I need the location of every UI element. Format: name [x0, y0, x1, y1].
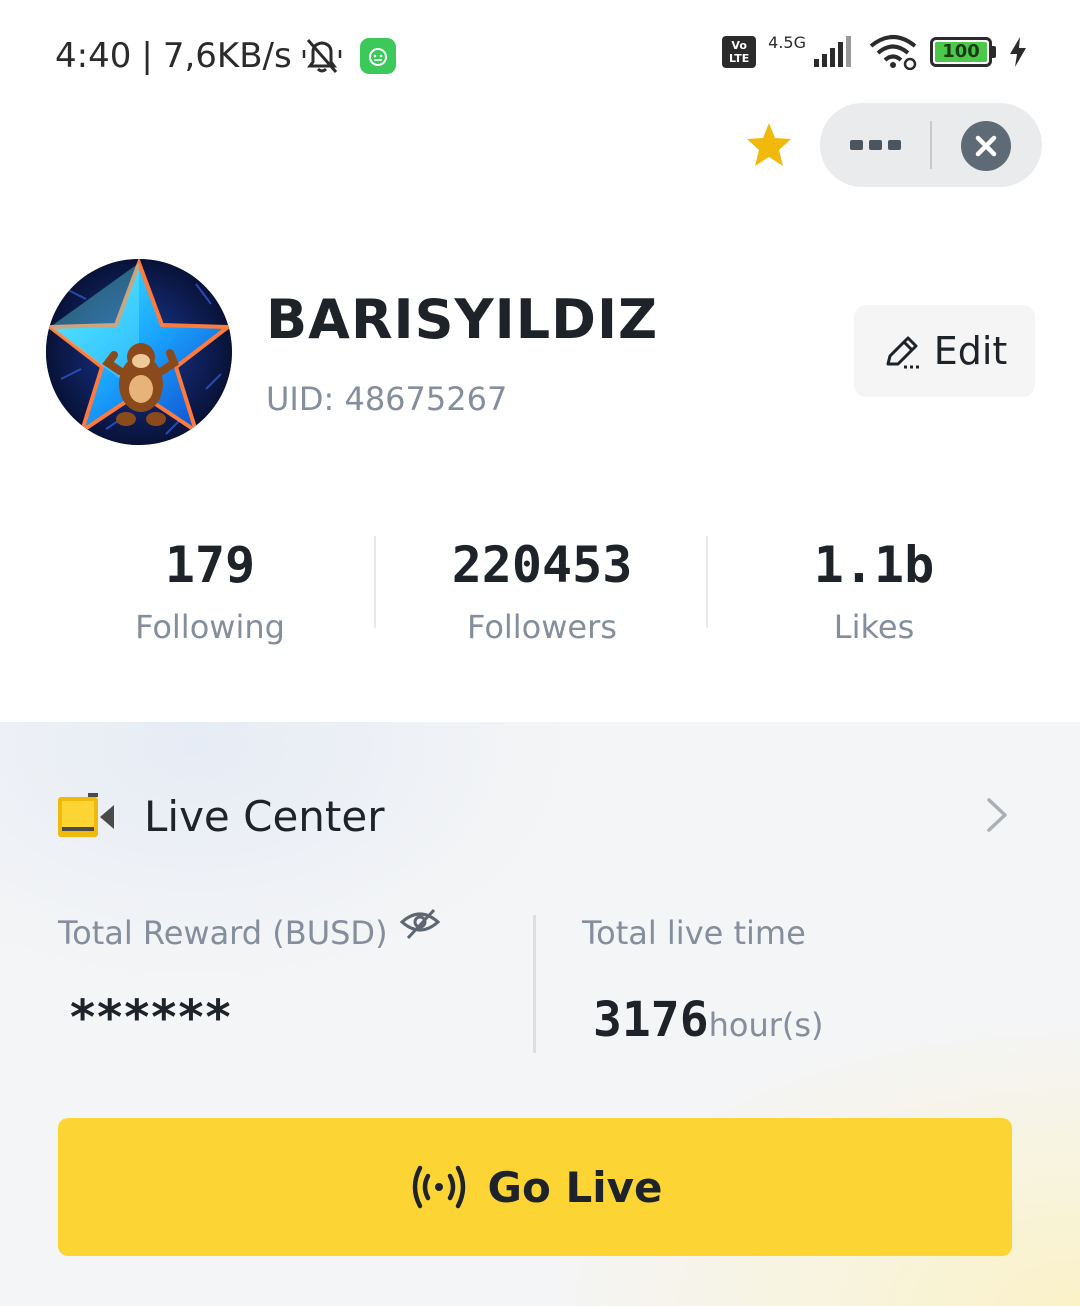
profile-stats: 179 Following 220453 Followers 1.1b Like…: [44, 530, 1040, 660]
status-time: 4:40: [55, 36, 132, 76]
total-live-time-value: 3176: [593, 992, 709, 1048]
followers-count: 220453: [451, 536, 633, 594]
edit-label: Edit: [933, 329, 1008, 373]
mini-program-capsule: [820, 103, 1042, 187]
chevron-right-icon[interactable]: [985, 797, 1009, 833]
go-live-label: Go Live: [487, 1162, 663, 1212]
edit-pencil-icon: [886, 336, 920, 369]
status-left: 4:40 | 7,6KB/s: [55, 36, 396, 76]
more-icon[interactable]: [850, 133, 902, 157]
close-icon[interactable]: [961, 121, 1011, 171]
stat-likes[interactable]: 1.1b Likes: [708, 530, 1040, 660]
following-label: Following: [135, 608, 285, 646]
user-id: UID: 48675267: [266, 380, 508, 418]
total-live-time-row: 3176 hour(s): [593, 992, 824, 1048]
app-notification-icon: [359, 38, 396, 74]
favorite-star-icon[interactable]: [744, 120, 794, 170]
edit-profile-button[interactable]: Edit: [854, 305, 1035, 397]
volte-icon: Vo LTE: [722, 36, 757, 68]
muted-bell-icon: [302, 39, 341, 73]
signal-icon: [814, 36, 851, 67]
video-camera-icon: [58, 792, 114, 837]
following-count: 179: [164, 536, 256, 594]
capsule-divider: [930, 121, 932, 169]
status-right: Vo LTE 4.5G 100: [722, 32, 1028, 70]
likes-count: 1.1b: [813, 536, 935, 594]
network-type: 4.5G: [768, 32, 806, 52]
total-reward-label: Total Reward (BUSD): [58, 914, 388, 952]
likes-label: Likes: [833, 608, 915, 646]
battery-icon: 100: [930, 37, 996, 67]
total-reward-value: ******: [70, 990, 233, 1046]
total-live-time-unit: hour(s): [708, 1006, 824, 1044]
card-divider: [533, 915, 536, 1053]
live-center-card: Live Center Total Reward (BUSD) ****** T…: [0, 722, 1080, 1306]
avatar[interactable]: [46, 259, 232, 445]
stat-following[interactable]: 179 Following: [44, 530, 376, 660]
live-center-title: Live Center: [144, 792, 385, 841]
charging-icon: [1010, 37, 1026, 67]
status-bar: 4:40 | 7,6KB/s Vo LTE 4.5G 100: [0, 0, 1080, 110]
broadcast-icon: [412, 1165, 465, 1209]
battery-level: 100: [935, 42, 987, 62]
hidden-eye-icon[interactable]: [399, 908, 440, 942]
stat-followers[interactable]: 220453 Followers: [376, 530, 708, 660]
network-speed: 7,6KB/s: [162, 36, 292, 76]
username: BARISYILDIZ: [266, 288, 659, 351]
wifi-icon: [869, 35, 917, 70]
followers-label: Followers: [467, 608, 617, 646]
live-center-header[interactable]: Live Center: [58, 792, 384, 841]
total-live-time-label: Total live time: [582, 914, 806, 952]
go-live-button[interactable]: Go Live: [58, 1118, 1012, 1256]
status-separator: |: [141, 36, 153, 76]
total-reward-label-row: Total Reward (BUSD): [58, 908, 440, 952]
